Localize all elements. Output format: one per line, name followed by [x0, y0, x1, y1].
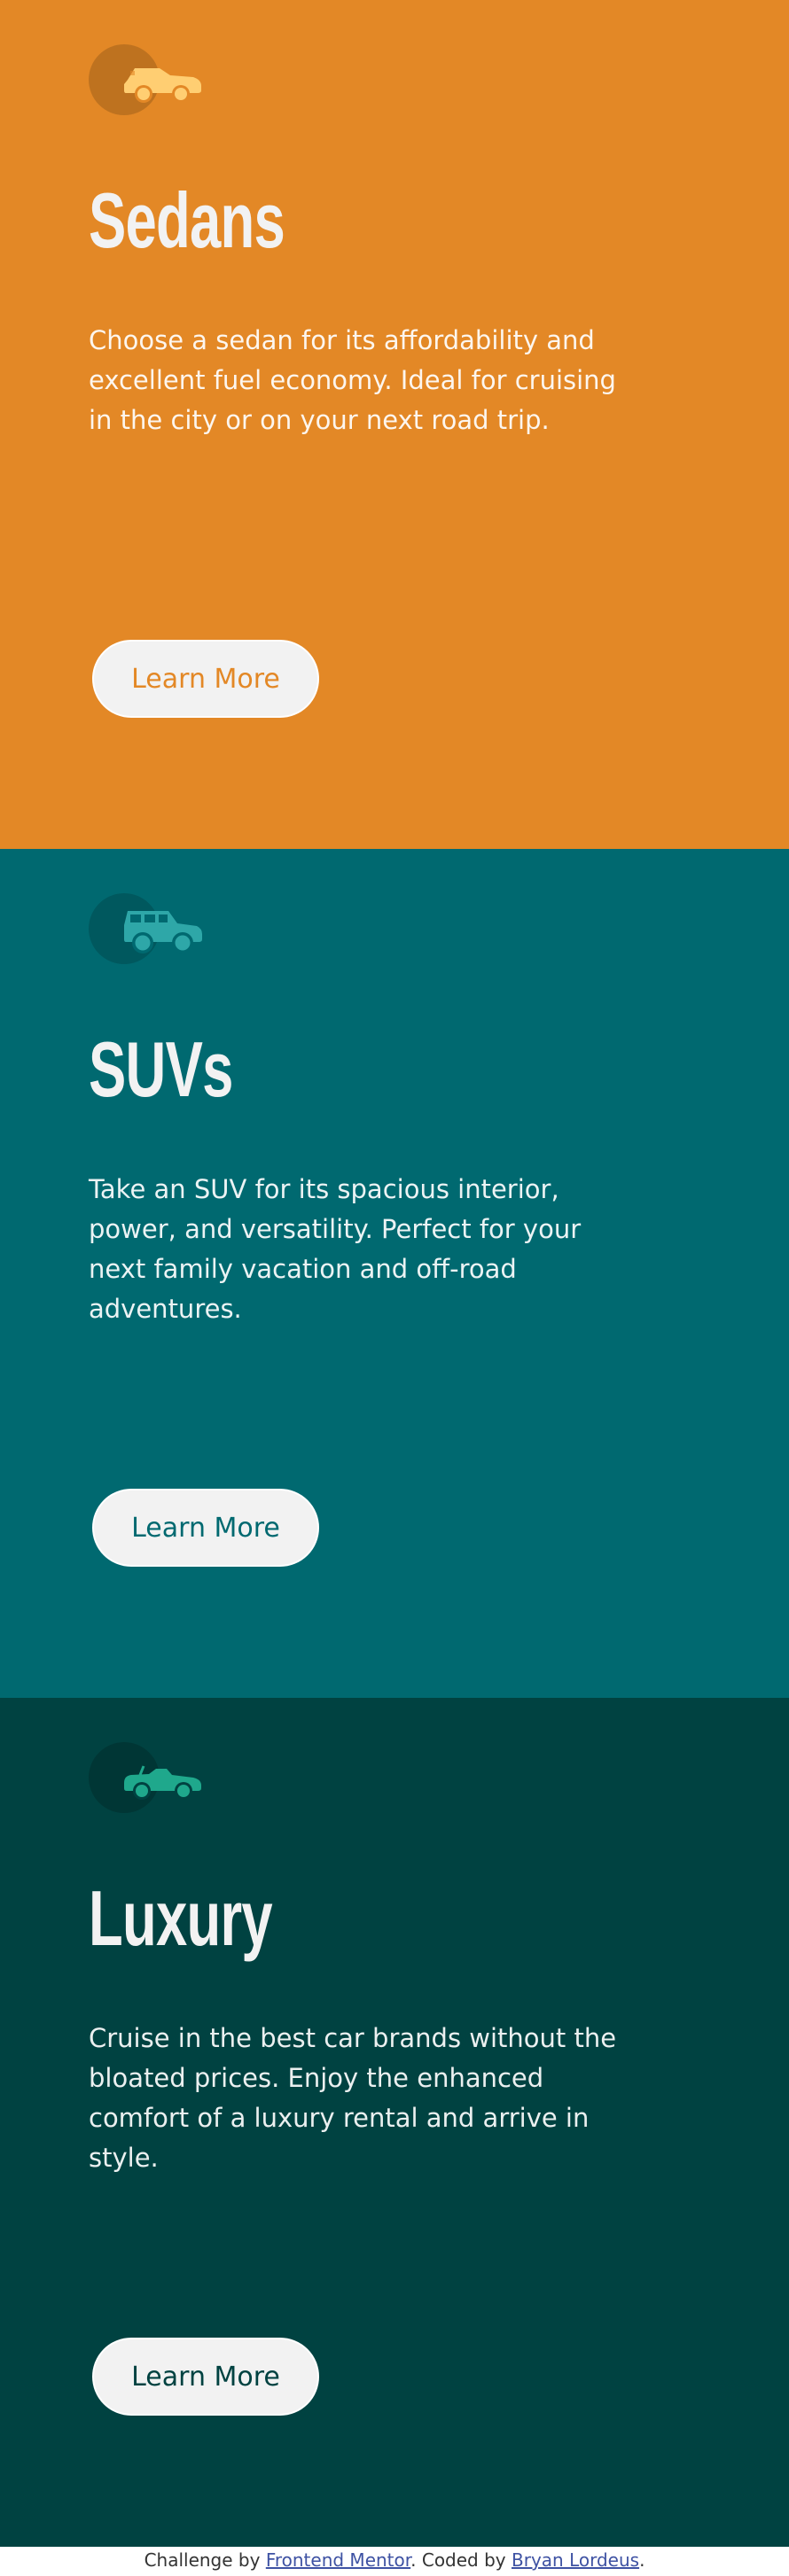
card-description: Cruise in the best car brands without th… — [89, 2023, 617, 2173]
author-link[interactable]: Bryan Lordeus — [512, 2549, 639, 2571]
suv-car-icon — [89, 893, 204, 964]
frontend-mentor-link[interactable]: Frontend Mentor — [266, 2549, 410, 2571]
card-sedans: Sedans Choose a sedan for its affordabil… — [0, 0, 789, 849]
learn-more-button[interactable]: Learn More — [92, 2338, 319, 2416]
learn-more-button[interactable]: Learn More — [92, 1489, 319, 1567]
card-description: Take an SUV for its spacious interior, p… — [89, 1174, 582, 1324]
card-suvs: SUVs Take an SUV for its spacious interi… — [0, 849, 789, 1698]
card-title: Sedans — [89, 176, 285, 264]
cards-container: Sedans Choose a sedan for its affordabil… — [0, 0, 789, 2547]
attribution-middle: . Coded by — [410, 2549, 512, 2571]
sedan-car-icon — [89, 44, 204, 115]
card-title: Luxury — [89, 1874, 273, 1962]
card-luxury: Luxury Cruise in the best car brands wit… — [0, 1698, 789, 2547]
attribution-prefix: Challenge by — [144, 2549, 266, 2571]
card-title: SUVs — [89, 1025, 233, 1113]
attribution-suffix: . — [639, 2549, 645, 2571]
attribution-footer: Challenge by Frontend Mentor. Coded by B… — [0, 2547, 789, 2574]
card-description: Choose a sedan for its affordability and… — [89, 325, 616, 435]
luxury-car-icon — [89, 1742, 204, 1813]
learn-more-button[interactable]: Learn More — [92, 640, 319, 718]
